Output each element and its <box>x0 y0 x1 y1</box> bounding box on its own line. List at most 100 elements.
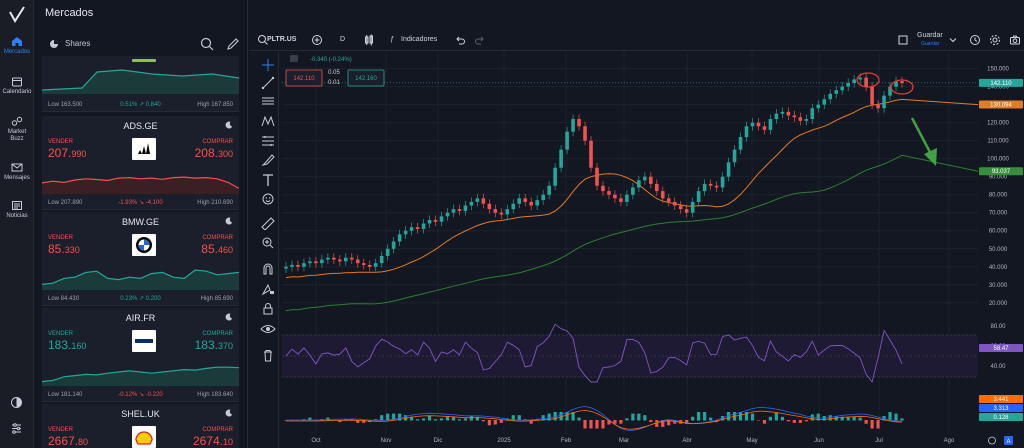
sell-price-button[interactable]: 183.160 <box>48 338 86 352</box>
lock-drawing-icon[interactable] <box>260 282 276 296</box>
nav-item-calendario[interactable]: Calendario <box>0 76 34 96</box>
add-compare-icon[interactable] <box>311 34 323 46</box>
symbol-selector[interactable]: PLTR.US <box>267 36 296 43</box>
candle <box>732 149 737 163</box>
macd-bar <box>768 416 773 421</box>
macd-bar <box>798 420 802 423</box>
zoom-in-icon[interactable] <box>260 236 276 250</box>
market-card-shel-uk[interactable]: SHEL.UK VENDER COMPRAR 2667.80 2674.10 <box>42 404 239 448</box>
price-axis-label: 80.000 <box>989 193 1008 199</box>
candle <box>463 205 468 211</box>
theme-toggle-icon[interactable] <box>10 396 23 409</box>
trendline-icon[interactable] <box>260 76 276 90</box>
market-card-ads-ge[interactable]: ADS.GE VENDER COMPRAR 207.990 208.300 Low 207… <box>42 116 239 210</box>
market-card-air-fr[interactable]: AIR.FR VENDER COMPRAR 183.160 183.370 Low 181… <box>42 308 239 402</box>
candle <box>804 119 809 121</box>
moon-icon <box>225 313 233 321</box>
candle <box>684 209 689 213</box>
high-price: High 167.850 <box>197 102 233 108</box>
high-price: High 183.640 <box>197 392 233 398</box>
buy-price-button[interactable]: 85.460 <box>201 242 233 256</box>
candle <box>332 257 336 260</box>
candle <box>397 234 402 242</box>
chart-area[interactable]: 150.000140.000130.000120.000110.000100.0… <box>274 52 1024 448</box>
pie-chart-icon <box>50 40 58 48</box>
sell-price-button[interactable]: 207.990 <box>48 146 86 160</box>
nav-item-mensajes[interactable]: Mensajes <box>0 162 34 182</box>
pattern-icon[interactable] <box>260 114 276 128</box>
magnet-icon[interactable] <box>260 262 276 276</box>
candle <box>690 201 695 213</box>
search-icon[interactable] <box>200 37 214 51</box>
macd-bar <box>876 420 880 429</box>
market-card-bmw-ge[interactable]: BMW.GE VENDER COMPRAR 85.330 85.460 Low 84.43… <box>42 212 239 306</box>
ruler-icon[interactable] <box>260 216 276 230</box>
candle <box>756 122 761 127</box>
edit-pencil-icon[interactable] <box>226 37 240 51</box>
settings-sliders-icon[interactable] <box>10 422 23 435</box>
macd-bar <box>427 416 432 421</box>
candle-type-icon[interactable] <box>363 34 375 46</box>
buy-price-button[interactable]: 208.300 <box>195 146 233 160</box>
indicators-button[interactable]: Indicadores <box>401 36 437 43</box>
nav-item-noticias[interactable]: Noticias <box>0 200 34 220</box>
candle <box>439 216 444 222</box>
redo-icon[interactable] <box>474 34 486 46</box>
time-axis-label: 2025 <box>497 438 511 444</box>
macd-bar <box>756 420 761 421</box>
chevron-down-icon[interactable] <box>949 36 957 44</box>
price-change: -0.340 (-0.24%) <box>310 57 352 63</box>
crosshair-icon[interactable] <box>260 58 276 72</box>
candle <box>487 203 492 210</box>
text-icon[interactable] <box>260 173 276 187</box>
market-card-partial[interactable]: Low 163.500 0.51% ↗ 0.840 High 167.850 <box>42 56 239 112</box>
undo-icon[interactable] <box>454 34 466 46</box>
trash-icon[interactable] <box>260 348 276 362</box>
shares-section-header[interactable]: Shares <box>44 36 244 52</box>
lock-icon[interactable] <box>260 302 276 316</box>
candle <box>696 191 701 202</box>
macd-bar <box>870 420 874 429</box>
save-button[interactable]: Guardar <box>917 32 943 39</box>
alert-clock-icon[interactable] <box>969 34 981 46</box>
price-chart[interactable]: 150.000140.000130.000120.000110.000100.0… <box>274 52 1024 448</box>
candle <box>457 209 462 211</box>
macd-bar <box>750 413 755 421</box>
eye-icon[interactable] <box>260 322 276 336</box>
candle <box>391 241 396 249</box>
macd-bar <box>577 417 581 421</box>
price-main: 85. <box>48 242 65 256</box>
gear-icon[interactable] <box>989 34 1001 46</box>
sell-price: 142.110 <box>293 76 315 82</box>
buy-price-button[interactable]: 183.370 <box>195 338 233 352</box>
interval-selector[interactable]: D <box>340 36 345 43</box>
fib-icon[interactable] <box>260 134 276 148</box>
nav-item-mercados[interactable]: Mercados <box>0 36 34 56</box>
brush-icon[interactable] <box>260 153 276 167</box>
candle <box>523 198 528 202</box>
left-nav: Mercados Calendario Market Buzz Mensajes… <box>0 0 34 448</box>
macd-bar <box>780 416 784 421</box>
candle <box>768 119 773 130</box>
horizontal-lines-icon[interactable] <box>260 94 276 108</box>
macd-bar <box>649 420 653 423</box>
time-axis-label: Mar <box>619 438 629 444</box>
candle <box>774 113 779 120</box>
nav-label: Market Buzz <box>7 129 27 142</box>
candle <box>750 122 755 127</box>
markets-panel: Mercados Shares Low 163.500 0.51% ↗ 0.84… <box>34 0 248 448</box>
home-icon <box>12 37 22 46</box>
sell-price-button[interactable]: 85.330 <box>48 242 80 256</box>
nav-item-market-buzz[interactable]: Market Buzz <box>0 116 34 143</box>
camera-icon[interactable] <box>1009 34 1021 46</box>
emoji-icon[interactable] <box>260 192 276 206</box>
high-price: High 210.690 <box>197 200 233 206</box>
layout-square-icon[interactable] <box>897 34 909 46</box>
buy-price-button[interactable]: 2674.10 <box>193 434 233 448</box>
collapse-button[interactable] <box>290 55 298 62</box>
chart-settings-icon[interactable] <box>988 436 996 445</box>
price-axis-label: 120.000 <box>987 121 1009 127</box>
save-sublabel: Guardar <box>921 41 940 47</box>
symbol-label: AIR.FR <box>125 313 156 323</box>
sell-price-button[interactable]: 2667.80 <box>48 434 88 448</box>
